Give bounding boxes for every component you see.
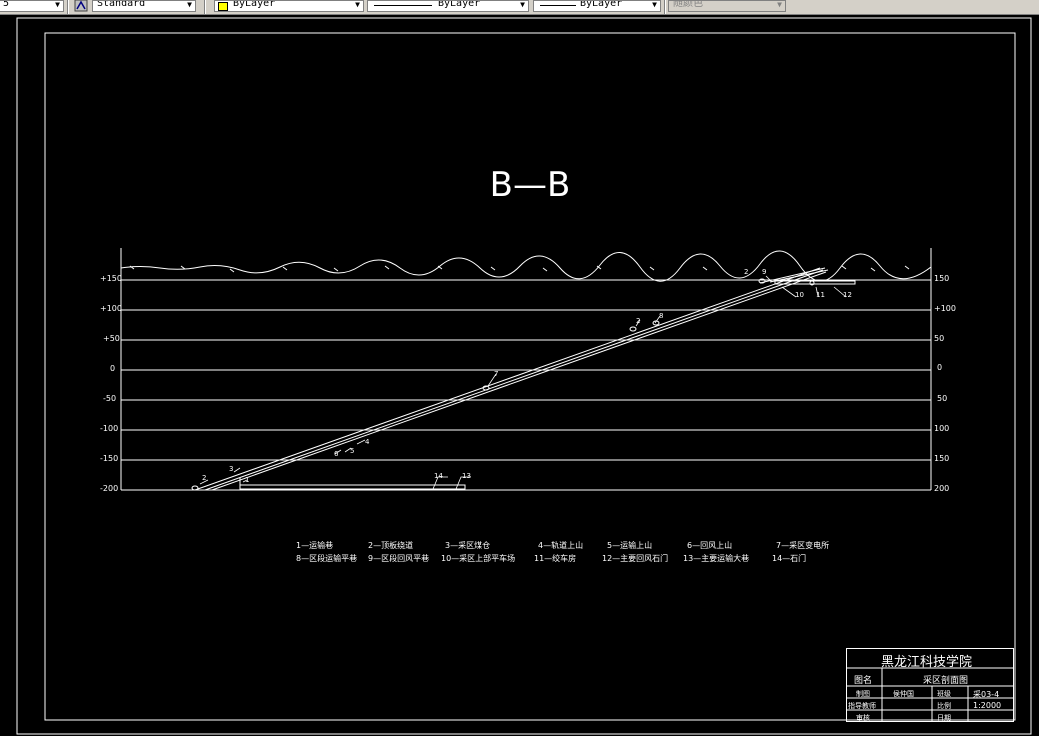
callout-number: 14 (434, 472, 443, 480)
title-block: 黑龙江科技学院 图名 采区剖面图 制图 侯仲国 班级 采03-4 指导教师 比例… (846, 648, 1014, 722)
layer-value: 5 (3, 0, 10, 9)
color-swatch (218, 2, 228, 11)
legend-item: 6—回风上山 (687, 541, 733, 550)
drawing-area[interactable]: B—B +150 +100 +50 0 -50 -100 -150 -200 1… (0, 14, 1039, 736)
elevation-label: 0 (110, 364, 116, 373)
elevation-label: -50 (103, 394, 117, 403)
transport-roadway (239, 484, 466, 490)
callout-number: 8 (659, 312, 664, 320)
callout-number: 1 (245, 476, 250, 484)
callout-number: 11 (816, 291, 825, 299)
chevron-down-icon: ▼ (520, 0, 525, 9)
callout-number: 10 (795, 291, 804, 299)
color-dropdown[interactable]: ByLayer ▼ (214, 0, 364, 12)
legend-item: 11—绞车房 (534, 554, 577, 563)
elevation-label: +100 (100, 304, 122, 313)
legend-item: 8—区段运输平巷 (296, 554, 358, 563)
chevron-down-icon: ▼ (355, 0, 360, 9)
review-label: 审核 (856, 714, 870, 722)
callout-number: 7 (494, 370, 499, 378)
layer-dropdown[interactable]: 5 ▼ (0, 0, 64, 12)
plot-style-dropdown: 随颜色 ▼ (668, 0, 786, 12)
advisor-label: 指导教师 (848, 702, 876, 710)
callout-number: 6 (334, 450, 339, 458)
cad-canvas: B—B (16, 17, 1032, 735)
legend-item: 9—区段回风平巷 (368, 554, 430, 563)
elevation-label: 150 (934, 274, 950, 283)
drawing-name-label: 图名 (854, 676, 873, 686)
callout-number: 5 (350, 447, 355, 455)
scale-value: 1:2000 (973, 701, 1002, 710)
legend-item: 7—采区变电所 (776, 541, 830, 550)
inclined-roadway (211, 271, 827, 491)
inclined-roadways (194, 267, 829, 491)
elevation-label: 50 (934, 334, 945, 343)
linetype-value: ByLayer (438, 0, 481, 9)
linetype-dropdown[interactable]: ByLayer ▼ (367, 0, 529, 12)
legend-item: 2—顶板绕道 (368, 541, 414, 550)
drawn-by: 侯仲国 (893, 690, 914, 698)
legend-item: 3—采区煤仓 (445, 541, 491, 550)
callout-number: 2 (202, 474, 207, 482)
school-name: 黑龙江科技学院 (881, 655, 973, 670)
class-label: 班级 (937, 690, 951, 698)
toolbar-separator (664, 0, 666, 14)
drawing-title: B—B (490, 165, 571, 205)
text-style-icon[interactable] (74, 0, 88, 12)
lineweight-value: ByLayer (580, 0, 623, 9)
legend-item: 14—石门 (772, 554, 807, 563)
drawing-number: 采03-4 (973, 690, 1000, 699)
callout-number: 12 (843, 291, 852, 299)
elevation-label: 200 (934, 484, 950, 493)
inclined-roadway (204, 269, 824, 491)
date-label: 日期 (937, 714, 951, 722)
toolbar-separator (204, 0, 206, 14)
elevation-label: 100 (934, 424, 950, 433)
elevation-label: +50 (103, 334, 120, 343)
chevron-down-icon: ▼ (652, 0, 657, 9)
legend-item: 10—采区上部平车场 (441, 554, 516, 563)
elevation-label: +150 (100, 274, 122, 283)
callout-number: 13 (462, 472, 471, 480)
text-style-dropdown[interactable]: Standard ▼ (92, 0, 196, 12)
elevation-label: 0 (937, 363, 943, 372)
legend-item: 4—轨道上山 (538, 541, 584, 550)
toolbar-separator (67, 0, 69, 14)
chevron-down-icon: ▼ (55, 0, 60, 9)
legend-item: 12—主要回风石门 (602, 554, 669, 563)
scale-label: 比例 (937, 702, 951, 710)
elevation-label: 150 (934, 454, 950, 463)
elevation-label: 50 (937, 394, 948, 403)
drawing-name: 采区剖面图 (923, 676, 969, 686)
plot-style-value: 随颜色 (673, 0, 703, 9)
lineweight-preview (540, 5, 576, 6)
elevation-label: -100 (100, 424, 119, 433)
drawn-label: 制图 (856, 690, 870, 698)
legend-item: 5—运输上山 (607, 541, 653, 550)
lineweight-dropdown[interactable]: ByLayer ▼ (533, 0, 661, 12)
callout-number: 9 (762, 268, 767, 276)
elevation-lines (121, 279, 931, 491)
properties-toolbar: 5 ▼ Standard ▼ ByLayer ▼ ByLayer ▼ ByLay… (0, 0, 1039, 15)
elevation-label: +100 (934, 304, 956, 313)
elevation-label: -150 (100, 454, 119, 463)
chevron-down-icon: ▼ (777, 0, 782, 9)
callout-number: 2 (744, 268, 749, 276)
inclined-roadway (194, 267, 821, 491)
callout-number: 4 (365, 438, 370, 446)
color-value: ByLayer (233, 0, 276, 9)
legend-item: 1—运输巷 (296, 541, 334, 550)
elevation-label: -200 (100, 484, 119, 493)
linetype-preview (374, 5, 432, 6)
legend-item: 13—主要运输大巷 (683, 554, 750, 563)
ground-surface (120, 250, 932, 282)
callout-number: 3 (229, 465, 234, 473)
inner-frame (44, 32, 1016, 721)
bottom-roadways (239, 478, 466, 490)
callout-number: 2 (636, 317, 641, 325)
chevron-down-icon: ▼ (187, 0, 192, 9)
chambers (191, 278, 766, 491)
text-style-value: Standard (97, 0, 146, 9)
